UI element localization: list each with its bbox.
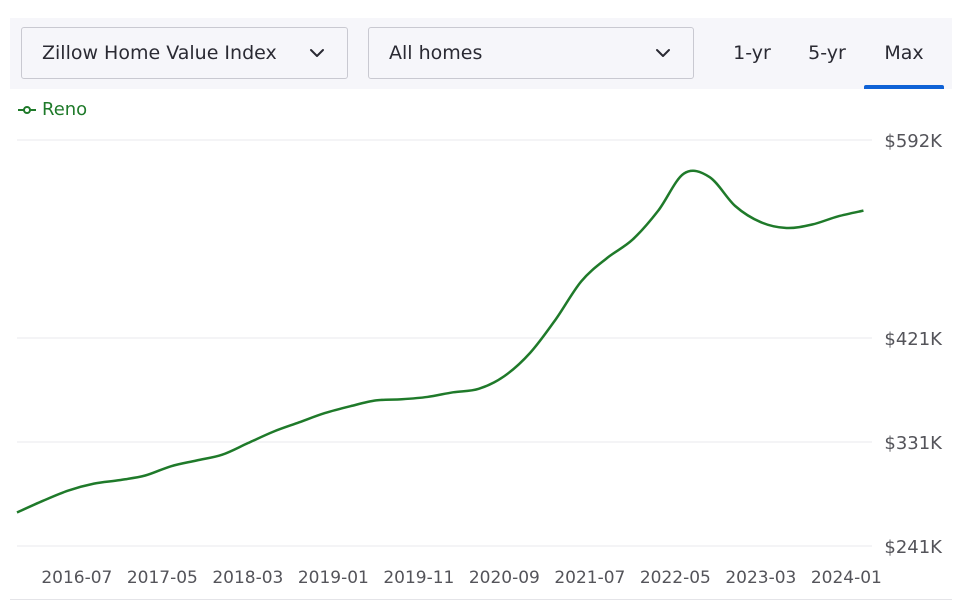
x-tick-label: 2017-05 (127, 568, 198, 588)
y-tick-label: $331K (884, 433, 943, 454)
x-tick-label: 2023-03 (725, 568, 796, 588)
y-axis-tick-labels: $241K $331K $421K $592K (884, 131, 943, 558)
y-tick-label: $421K (884, 329, 943, 350)
y-tick-label: $241K (884, 537, 943, 558)
x-tick-label: 2022-05 (640, 568, 711, 588)
x-tick-label: 2024-01 (811, 568, 882, 588)
bottom-divider (10, 599, 952, 600)
grid-lines (17, 139, 872, 547)
series-layer (16, 169, 864, 514)
x-tick-label: 2016-07 (41, 568, 112, 588)
x-tick-label: 2019-11 (383, 568, 454, 588)
x-axis-tick-labels: 2016-07 2017-05 2018-03 2019-01 2019-11 2020-… (41, 568, 882, 588)
series-line-reno[interactable] (16, 169, 864, 514)
x-tick-label: 2019-01 (298, 568, 369, 588)
y-tick-label: $592K (884, 131, 943, 152)
home-value-chart: $241K $331K $421K $592K 2016-07 2017-05 2018-… (16, 131, 943, 588)
x-tick-label: 2018-03 (212, 568, 283, 588)
x-tick-label: 2020-09 (469, 568, 540, 588)
x-tick-label: 2021-07 (554, 568, 625, 588)
